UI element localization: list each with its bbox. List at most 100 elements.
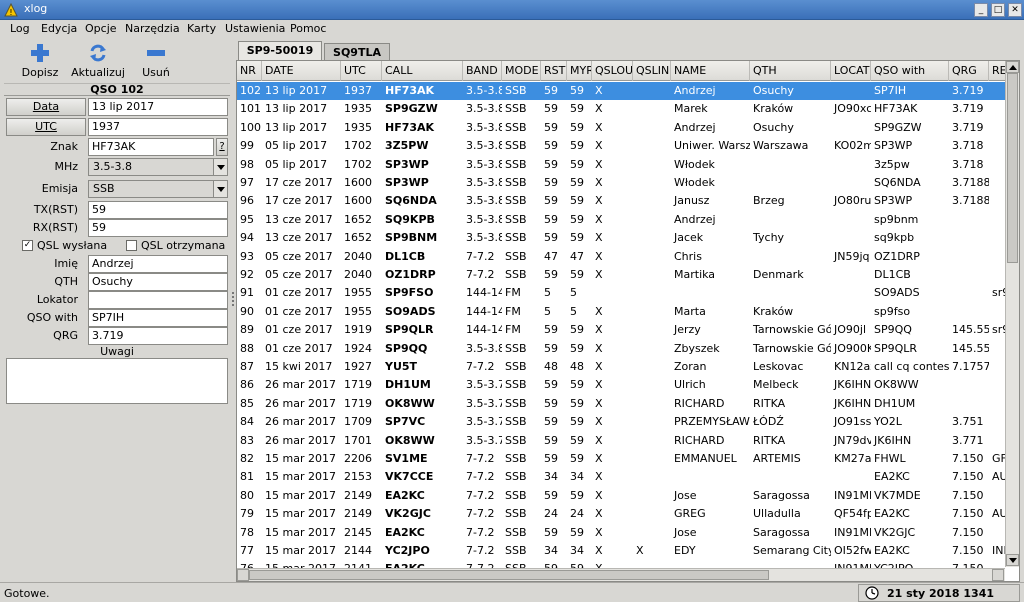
column-header-qso-with[interactable]: QSO with	[871, 61, 949, 81]
update-button[interactable]: Aktualizuj	[70, 42, 126, 82]
table-row[interactable]: 85 26 mar 2017 1719 OK8WW 3.5-3.7 SSB 59 59 X RIC…	[237, 395, 1005, 413]
menu-pomoc[interactable]: Pomoc	[290, 22, 326, 35]
table-row[interactable]: 79 15 mar 2017 2149 VK2GJC 7-7.2 SSB 24 24 X GREG…	[237, 505, 1005, 523]
column-header-qrg[interactable]: QRG	[949, 61, 989, 81]
table-row[interactable]: 83 26 mar 2017 1701 OK8WW 3.5-3.7 SSB 59 59 X RIC…	[237, 432, 1005, 450]
cell-qrg	[949, 303, 989, 321]
table-row[interactable]: 92 05 cze 2017 2040 OZ1DRP 7-7.2 SSB 59 59 X Mart…	[237, 266, 1005, 284]
cell-rst: 59	[544, 176, 558, 189]
table-row[interactable]: 101 13 lip 2017 1935 SP9GZW 3.5-3.8 SSB 59 59 X M…	[237, 100, 1005, 118]
column-header-date[interactable]: DATE	[262, 61, 341, 81]
table-row[interactable]: 98 05 lip 2017 1702 SP3WP 3.5-3.8 SSB 59 59 X Wło…	[237, 156, 1005, 174]
table-row[interactable]: 89 01 cze 2017 1919 SP9QLR 144-146FM 59 59 X Jer…	[237, 321, 1005, 339]
column-header-utc[interactable]: UTC	[341, 61, 382, 81]
table-row[interactable]: 84 26 mar 2017 1709 SP7VC 3.5-3.7 SSB 59 59 X PRZ…	[237, 413, 1005, 431]
column-header-name[interactable]: NAME	[671, 61, 750, 81]
table-row[interactable]: 82 15 mar 2017 2206 SV1ME 7-7.2 SSB 59 59 X EMMAN…	[237, 450, 1005, 468]
remarks-textarea[interactable]	[6, 358, 228, 404]
tab-sq9tla[interactable]: SQ9TLA	[324, 43, 390, 60]
column-header-nr[interactable]: NR	[237, 61, 262, 81]
close-button[interactable]: ✕	[1008, 3, 1022, 17]
cell-qrg: 3.771	[952, 433, 984, 447]
horizontal-scroll-thumb[interactable]	[249, 570, 769, 580]
table-row[interactable]: 77 15 mar 2017 2144 YC2JPO 7-7.2 SSB 34 34 X X EDY…	[237, 542, 1005, 560]
scroll-left-button[interactable]	[237, 569, 249, 581]
cell-qrg: 7.150	[952, 488, 984, 502]
column-header-rst[interactable]: RST	[541, 61, 567, 81]
cell-qslin	[633, 450, 671, 468]
table-row[interactable]: 99 05 lip 2017 1702 3Z5PW 3.5-3.8 SSB 59 59 X Uni…	[237, 137, 1005, 155]
table-row[interactable]: 95 13 cze 2017 1652 SQ9KPB 3.5-3.8 SSB 59 59 X An…	[237, 211, 1005, 229]
table-row[interactable]: 96 17 cze 2017 1600 SQ6NDA 3.5-3.8 SSB 59 59 X Ja…	[237, 192, 1005, 210]
menu-ustawienia[interactable]: Ustawienia	[225, 22, 285, 35]
column-header-band[interactable]: BAND	[463, 61, 502, 81]
cell-rst: 59	[541, 560, 567, 568]
table-row[interactable]: 91 01 cze 2017 1955 SP9FSO 144-146FM 5 5 SO9ADS…	[237, 284, 1005, 302]
cell-remarks: AU	[992, 507, 1005, 521]
date-button[interactable]: Data	[6, 98, 86, 116]
status-text: Gotowe.	[4, 587, 50, 600]
add-button[interactable]: Dopisz	[18, 42, 62, 82]
column-header-locator[interactable]: LOCATO	[831, 61, 871, 81]
table-row[interactable]: 81 15 mar 2017 2153 VK7CCE 7-7.2 SSB 34 34 X EA2K…	[237, 468, 1005, 486]
vertical-scrollbar[interactable]	[1005, 61, 1019, 567]
name-field[interactable]: Andrzej	[88, 255, 228, 273]
mode-select[interactable]: SSB	[88, 180, 228, 198]
table-row[interactable]: 97 17 cze 2017 1600 SP3WP 3.5-3.8 SSB 59 59 X Wło…	[237, 174, 1005, 192]
scroll-down-button[interactable]	[1006, 554, 1019, 566]
menu-opcje[interactable]: Opcje	[85, 22, 117, 35]
pane-splitter-handle[interactable]	[231, 290, 235, 320]
table-row[interactable]: 80 15 mar 2017 2149 EA2KC 7-7.2 SSB 59 59 X Jose S…	[237, 487, 1005, 505]
utc-button[interactable]: UTC	[6, 118, 86, 136]
scroll-right-button[interactable]	[992, 569, 1004, 581]
rx-rst-field[interactable]: 59	[88, 219, 228, 237]
column-header-qslin[interactable]: QSLIN	[633, 61, 671, 81]
tx-rst-field[interactable]: 59	[88, 201, 228, 219]
utc-field[interactable]: 1937	[88, 118, 228, 136]
vertical-scroll-thumb[interactable]	[1007, 73, 1018, 263]
cell-call: 3Z5PW	[385, 139, 429, 153]
column-header-myr[interactable]: MYR	[567, 61, 592, 81]
qrg-field[interactable]: 3.719	[88, 327, 228, 345]
cell-qrg: 3.719	[952, 102, 984, 116]
qsl-sent-checkbox[interactable]: ✓	[22, 240, 33, 251]
horizontal-scrollbar[interactable]	[237, 568, 1005, 581]
table-row[interactable]: 93 05 cze 2017 2040 DL1CB 7-7.2 SSB 47 47 X Chris…	[237, 248, 1005, 266]
cell-call: HF73AK	[385, 120, 435, 134]
column-header-mode[interactable]: MODE	[502, 61, 541, 81]
cell-qslin	[633, 156, 671, 174]
menu-narzedzia[interactable]: Narzędzia	[125, 22, 180, 35]
minimize-button[interactable]: _	[974, 3, 988, 17]
cell-qth: Ulladulla	[753, 507, 801, 521]
qsl-received-checkbox[interactable]	[126, 240, 137, 251]
call-help-button[interactable]: ?	[216, 138, 228, 156]
cell-myr: 48	[570, 360, 584, 373]
menu-edycja[interactable]: Edycja	[41, 22, 77, 35]
scroll-up-button[interactable]	[1006, 61, 1019, 73]
tab-sp9-50019[interactable]: SP9-50019	[238, 41, 322, 60]
table-row[interactable]: 86 26 mar 2017 1719 DH1UM 3.5-3.7 SSB 59 59 X Ulr…	[237, 376, 1005, 394]
column-header-call[interactable]: CALL	[382, 61, 463, 81]
table-row[interactable]: 7615 mar 20172141EA2KC7-7.2SSB5959XIN91M…	[237, 560, 1005, 568]
menu-karty[interactable]: Karty	[187, 22, 216, 35]
table-row[interactable]: 87 15 kwi 2017 1927 YU5T 7-7.2 SSB 48 48 X Zoran L…	[237, 358, 1005, 376]
column-header-qslout[interactable]: QSLOU	[592, 61, 633, 81]
table-row[interactable]: 94 13 cze 2017 1652 SP9BNM 3.5-3.8 SSB 59 59 X Ja…	[237, 229, 1005, 247]
delete-button[interactable]: Usuń	[136, 42, 176, 82]
band-select[interactable]: 3.5-3.8	[88, 158, 228, 176]
cell-band: 7-7.2	[466, 268, 495, 281]
table-row[interactable]: 90 01 cze 2017 1955 SO9ADS 144-146FM 5 5 X Marta…	[237, 303, 1005, 321]
table-row[interactable]: 102 13 lip 2017 1937 HF73AK 3.5-3.8 SSB 59 59 X A…	[237, 82, 1005, 101]
qso-with-field[interactable]: SP7IH	[88, 309, 228, 327]
call-field[interactable]: HF73AK	[88, 138, 214, 156]
menu-log[interactable]: Log	[10, 22, 30, 35]
table-row[interactable]: 78 15 mar 2017 2145 EA2KC 7-7.2 SSB 59 59 X Jose S…	[237, 524, 1005, 542]
table-row[interactable]: 88 01 cze 2017 1924 SP9QQ 3.5-3.8 SSB 59 59 X Zby…	[237, 340, 1005, 358]
table-row[interactable]: 100 13 lip 2017 1935 HF73AK 3.5-3.8 SSB 59 59 X A…	[237, 119, 1005, 137]
maximize-button[interactable]: □	[991, 3, 1005, 17]
date-field[interactable]: 13 lip 2017	[88, 98, 228, 116]
cell-qso-with: SQ6NDA	[874, 176, 921, 189]
qth-field[interactable]: Osuchy	[88, 273, 228, 291]
locator-field[interactable]	[88, 291, 228, 309]
column-header-qth[interactable]: QTH	[750, 61, 831, 81]
